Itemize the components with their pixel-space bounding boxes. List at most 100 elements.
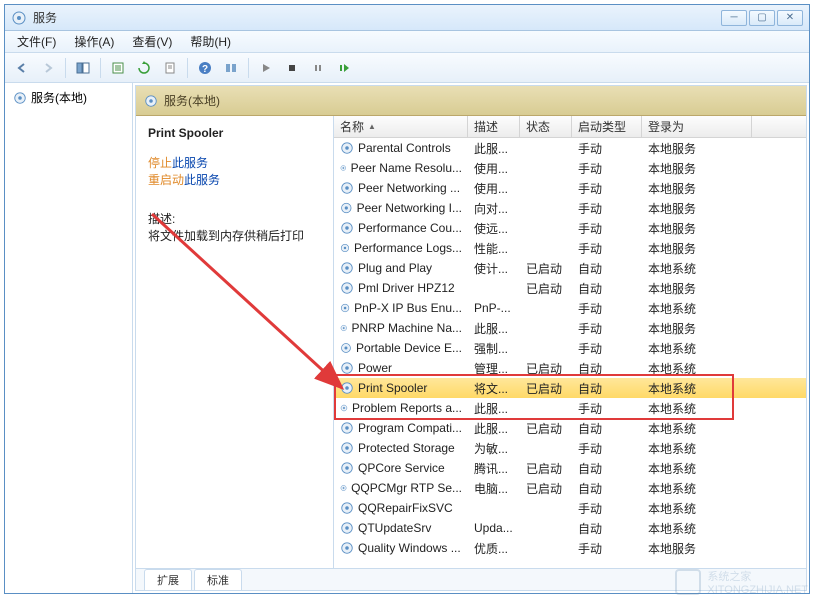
content-area: 服务(本地) 服务(本地) Print Spooler 停止此服务 重启动此服务… [5,83,809,593]
table-row[interactable]: Protected Storage为敏...手动本地系统 [334,438,806,458]
tab-standard[interactable]: 标准 [194,569,242,590]
refresh-button[interactable] [133,57,155,79]
cell-startup: 手动 [572,320,642,337]
cell-logon: 本地服务 [642,240,752,257]
col-startup[interactable]: 启动类型 [572,116,642,137]
table-row[interactable]: QPCore Service腾讯...已启动自动本地系统 [334,458,806,478]
detail-pane: 服务(本地) Print Spooler 停止此服务 重启动此服务 描述: 将文… [135,85,807,591]
properties-button[interactable] [159,57,181,79]
restart-service-button[interactable] [333,57,355,79]
divider [100,58,101,78]
close-button[interactable]: ✕ [777,10,803,26]
cell-desc: 此服... [468,320,520,337]
cell-name: Print Spooler [334,381,468,395]
description-label: 描述: [148,210,321,227]
cell-logon: 本地系统 [642,300,752,317]
detail-header-label: 服务(本地) [164,92,220,109]
cell-status: 已启动 [520,360,572,377]
titlebar[interactable]: 服务 ─ ▢ ✕ [5,5,809,31]
table-row[interactable]: Power管理...已启动自动本地系统 [334,358,806,378]
toolbar-button[interactable] [220,57,242,79]
pause-service-button[interactable] [307,57,329,79]
service-icon [340,541,354,555]
cell-logon: 本地服务 [642,320,752,337]
table-row[interactable]: Peer Networking ...使用...手动本地服务 [334,178,806,198]
tab-extended[interactable]: 扩展 [144,569,192,590]
cell-startup: 手动 [572,540,642,557]
table-row[interactable]: Peer Name Resolu...使用...手动本地服务 [334,158,806,178]
table-row[interactable]: Plug and Play使计...已启动自动本地系统 [334,258,806,278]
cell-name: Pml Driver HPZ12 [334,281,468,295]
col-desc[interactable]: 描述 [468,116,520,137]
table-row[interactable]: Portable Device E...强制...手动本地系统 [334,338,806,358]
cell-desc: 使用... [468,180,520,197]
stop-service-button[interactable] [281,57,303,79]
cell-startup: 手动 [572,500,642,517]
start-service-button[interactable] [255,57,277,79]
tree-root-label: 服务(本地) [31,89,87,106]
help-button[interactable]: ? [194,57,216,79]
cell-startup: 手动 [572,180,642,197]
forward-button[interactable] [37,57,59,79]
cell-name: QTUpdateSrv [334,521,468,535]
cell-logon: 本地系统 [642,420,752,437]
stop-service-link[interactable]: 停止此服务 [148,154,321,171]
minimize-button[interactable]: ─ [721,10,747,26]
table-row[interactable]: Performance Cou...使远...手动本地服务 [334,218,806,238]
cell-logon: 本地系统 [642,480,752,497]
table-row[interactable]: Performance Logs...性能...手动本地服务 [334,238,806,258]
back-button[interactable] [11,57,33,79]
watermark-text: 系统之家XITONGZHIJIA.NET [707,568,808,596]
cell-startup: 自动 [572,380,642,397]
cell-desc: 优质... [468,540,520,557]
table-row[interactable]: QQPCMgr RTP Se...电脑...已启动自动本地系统 [334,478,806,498]
cell-startup: 自动 [572,280,642,297]
list-body[interactable]: Parental Controls此服...手动本地服务Peer Name Re… [334,138,806,568]
menu-file[interactable]: 文件(F) [9,31,64,52]
col-status[interactable]: 状态 [520,116,572,137]
table-row[interactable]: Pml Driver HPZ12已启动自动本地服务 [334,278,806,298]
menu-view[interactable]: 查看(V) [124,31,180,52]
cell-desc: 此服... [468,400,520,417]
table-row[interactable]: Problem Reports a...此服...手动本地系统 [334,398,806,418]
table-row[interactable]: QQRepairFixSVC手动本地系统 [334,498,806,518]
service-icon [340,181,354,195]
service-icon [340,221,354,235]
cell-startup: 自动 [572,420,642,437]
col-logon[interactable]: 登录为 [642,116,752,137]
cell-startup: 手动 [572,240,642,257]
table-row[interactable]: Peer Networking I...向对...手动本地服务 [334,198,806,218]
table-row[interactable]: Print Spooler将文...已启动自动本地系统 [334,378,806,398]
service-icon [340,301,350,315]
description-text: 将文件加载到内存供稍后打印 [148,227,321,244]
table-row[interactable]: Parental Controls此服...手动本地服务 [334,138,806,158]
table-row[interactable]: Quality Windows ...优质...手动本地服务 [334,538,806,558]
cell-startup: 手动 [572,160,642,177]
cell-startup: 自动 [572,460,642,477]
cell-logon: 本地服务 [642,540,752,557]
tree-pane[interactable]: 服务(本地) [5,83,133,593]
table-row[interactable]: PNRP Machine Na...此服...手动本地服务 [334,318,806,338]
maximize-button[interactable]: ▢ [749,10,775,26]
restart-service-link[interactable]: 重启动此服务 [148,171,321,188]
show-hide-tree-button[interactable] [72,57,94,79]
service-icon [340,321,348,335]
cell-startup: 手动 [572,440,642,457]
cell-logon: 本地服务 [642,140,752,157]
services-icon [13,91,27,105]
service-icon [340,281,354,295]
cell-desc: 强制... [468,340,520,357]
description-pane: Print Spooler 停止此服务 重启动此服务 描述: 将文件加载到内存供… [136,116,334,568]
table-row[interactable]: QTUpdateSrvUpda...自动本地系统 [334,518,806,538]
menu-action[interactable]: 操作(A) [66,31,122,52]
tree-root-item[interactable]: 服务(本地) [9,87,128,108]
cell-startup: 手动 [572,220,642,237]
table-row[interactable]: PnP-X IP Bus Enu...PnP-...手动本地系统 [334,298,806,318]
menu-help[interactable]: 帮助(H) [182,31,239,52]
export-button[interactable] [107,57,129,79]
col-name[interactable]: 名称▲ [334,116,468,137]
cell-startup: 手动 [572,200,642,217]
cell-desc: 使远... [468,220,520,237]
service-icon [340,461,354,475]
table-row[interactable]: Program Compati...此服...已启动自动本地系统 [334,418,806,438]
